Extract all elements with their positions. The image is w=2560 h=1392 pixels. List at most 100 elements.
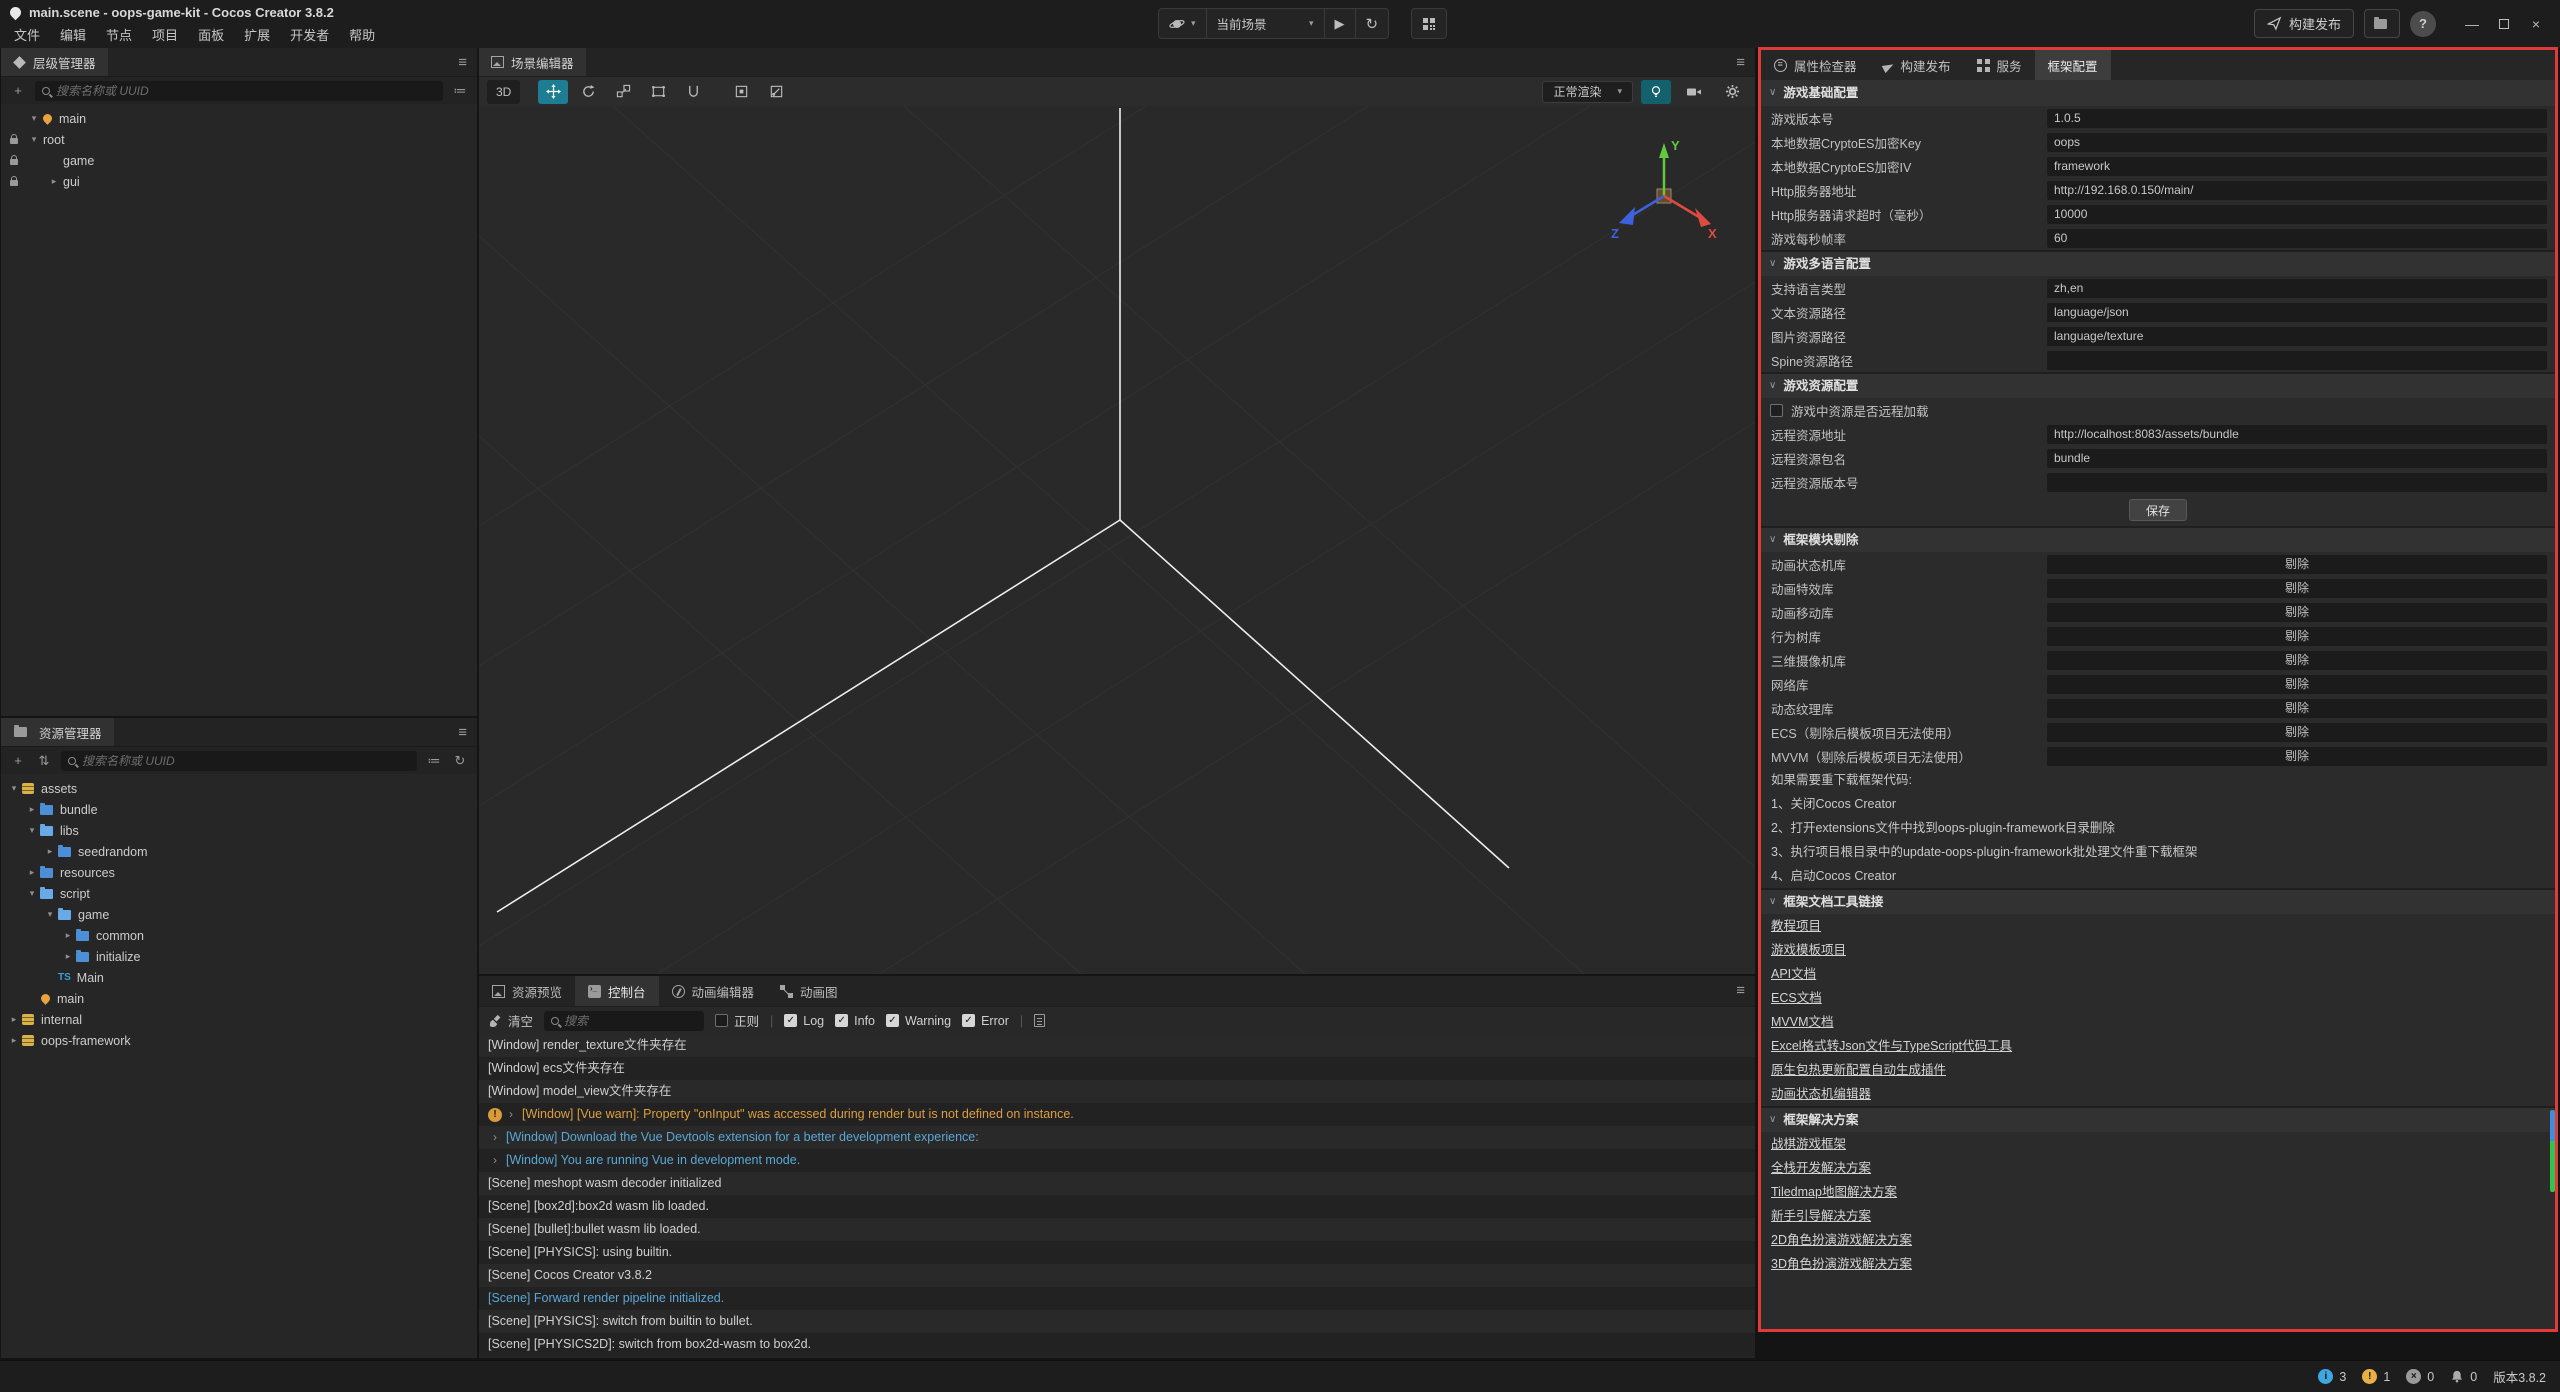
preview-platform-button[interactable]: ▾ [1159, 9, 1207, 38]
hierarchy-search-input[interactable] [56, 84, 436, 98]
status-error-counter[interactable]: × 0 [2406, 1369, 2434, 1384]
section-header-框架文档工具链接[interactable]: ∨框架文档工具链接 [1761, 888, 2555, 914]
hierarchy-node-main[interactable]: ▾main [1, 108, 477, 129]
console-log-row[interactable]: [Window] render_texture文件夹存在 [479, 1034, 1755, 1057]
chevron-down-icon[interactable]: ▾ [27, 113, 41, 124]
assets-filter-icon[interactable]: ≔ [425, 753, 443, 769]
section-header-框架解决方案[interactable]: ∨框架解决方案 [1761, 1106, 2555, 1132]
console-log-row[interactable]: [Scene] [box2d]:box2d wasm lib loaded. [479, 1195, 1755, 1218]
link-API文档[interactable]: API文档 [1771, 967, 1816, 981]
link-全栈开发解决方案[interactable]: 全栈开发解决方案 [1771, 1161, 1871, 1175]
assets-menu-icon[interactable]: ≡ [458, 718, 467, 746]
refresh-assets-icon[interactable]: ↻ [451, 753, 469, 769]
section-header-游戏基础配置[interactable]: ∨游戏基础配置 [1761, 80, 2555, 106]
minimize-button[interactable]: — [2456, 9, 2488, 38]
scene-editor-tab[interactable]: 场景编辑器 [479, 48, 586, 76]
remove-module-button[interactable]: 剔除 [2047, 603, 2547, 622]
field-input-游戏版本号[interactable] [2047, 109, 2547, 128]
chevron-right-icon[interactable]: ▸ [25, 867, 39, 878]
render-mode-select[interactable]: 正常渲染 ▾ [1542, 81, 1633, 103]
create-node-button[interactable]: + [9, 83, 27, 98]
link-动画状态机编辑器[interactable]: 动画状态机编辑器 [1771, 1087, 1871, 1101]
link-3D角色扮演游戏解决方案[interactable]: 3D角色扮演游戏解决方案 [1771, 1257, 1912, 1271]
console-log-row[interactable]: [Window] ecs文件夹存在 [479, 1057, 1755, 1080]
chevron-down-icon[interactable]: ▾ [27, 134, 41, 145]
inspector-tab-构建发布[interactable]: 构建发布 [1870, 50, 1964, 80]
regex-checkbox[interactable] [715, 1014, 728, 1027]
scale-tool-button[interactable] [608, 80, 638, 104]
console-log-row[interactable]: [Scene] Cocos Creator v3.8.2 [479, 1264, 1755, 1287]
gizmo-coordinate-button[interactable] [761, 80, 791, 104]
filter-Info[interactable]: ✓Info [835, 1014, 875, 1028]
hierarchy-tab[interactable]: 层级管理器 [1, 48, 108, 76]
chevron-right-icon[interactable]: ▸ [47, 176, 61, 187]
link-原生包热更新配置自动生成插件[interactable]: 原生包热更新配置自动生成插件 [1771, 1063, 1946, 1077]
chevron-right-icon[interactable]: ▸ [43, 846, 57, 857]
filter-Error[interactable]: ✓Error [962, 1014, 1009, 1028]
asset-node-libs[interactable]: ▾libs [1, 820, 477, 841]
section-header-游戏资源配置[interactable]: ∨游戏资源配置 [1761, 372, 2555, 398]
field-input-Spine资源路径[interactable] [2047, 351, 2547, 370]
menu-item-帮助[interactable]: 帮助 [339, 26, 385, 46]
console-log-row[interactable]: [Scene] [PHYSICS]: using builtin. [479, 1241, 1755, 1264]
console-log-row[interactable]: [Window] model_view文件夹存在 [479, 1080, 1755, 1103]
build-publish-button[interactable]: 构建发布 [2254, 9, 2354, 38]
link-Tiledmap地图解决方案[interactable]: Tiledmap地图解决方案 [1771, 1185, 1897, 1199]
chevron-right-icon[interactable]: ▸ [61, 951, 75, 962]
chevron-right-icon[interactable]: ▸ [7, 1014, 21, 1025]
axis-gizmo[interactable]: Y X Z [1611, 138, 1717, 241]
console-tab-控制台[interactable]: 控制台 [575, 976, 659, 1006]
hierarchy-node-root[interactable]: ▾root [1, 129, 477, 150]
camera-settings-button[interactable] [1679, 80, 1709, 104]
move-tool-button[interactable] [538, 80, 568, 104]
checkbox-Warning[interactable]: ✓ [886, 1014, 899, 1027]
chevron-right-icon[interactable]: ▸ [7, 1035, 21, 1046]
menu-item-项目[interactable]: 项目 [142, 26, 188, 46]
remove-module-button[interactable]: 剔除 [2047, 699, 2547, 718]
assets-search-input[interactable] [82, 754, 410, 768]
close-button[interactable]: × [2520, 9, 2552, 38]
link-ECS文档[interactable]: ECS文档 [1771, 991, 1822, 1005]
asset-node-oops-framework[interactable]: ▸oops-framework [1, 1030, 477, 1051]
hierarchy-node-gui[interactable]: ▸gui [1, 171, 477, 192]
assets-searchbox[interactable] [61, 751, 417, 771]
remove-module-button[interactable]: 剔除 [2047, 675, 2547, 694]
projection-2d3d-toggle[interactable]: 3D [487, 80, 520, 104]
chevron-down-icon[interactable]: ▾ [43, 909, 57, 920]
menu-item-开发者[interactable]: 开发者 [280, 26, 339, 46]
hierarchy-filter-icon[interactable]: ≔ [451, 83, 469, 99]
maximize-button[interactable] [2488, 9, 2520, 38]
menu-item-面板[interactable]: 面板 [188, 26, 234, 46]
field-input-图片资源路径[interactable] [2047, 327, 2547, 346]
link-新手引导解决方案[interactable]: 新手引导解决方案 [1771, 1209, 1871, 1223]
menu-item-编辑[interactable]: 编辑 [50, 26, 96, 46]
menu-item-扩展[interactable]: 扩展 [234, 26, 280, 46]
link-教程项目[interactable]: 教程项目 [1771, 919, 1821, 933]
scene-viewport[interactable]: Y X Z [479, 106, 1755, 974]
link-战棋游戏框架[interactable]: 战棋游戏框架 [1771, 1137, 1846, 1151]
chevron-down-icon[interactable]: ▾ [25, 825, 39, 836]
console-log-row[interactable]: [Scene] Forward render pipeline initiali… [479, 1287, 1755, 1310]
lighting-toggle-button[interactable] [1641, 80, 1671, 104]
link-游戏模板项目[interactable]: 游戏模板项目 [1771, 943, 1846, 957]
field-input-Http服务器请求超时（毫秒）[interactable] [2047, 205, 2547, 224]
field-input-本地数据CryptoES加密Key[interactable] [2047, 133, 2547, 152]
link-Excel格式转Json文件与TypeScript代码工具[interactable]: Excel格式转Json文件与TypeScript代码工具 [1771, 1039, 2012, 1053]
hierarchy-node-game[interactable]: game [1, 150, 477, 171]
chevron-right-icon[interactable]: ▸ [61, 930, 75, 941]
inspector-tab-属性检查器[interactable]: 属性检查器 [1761, 50, 1870, 80]
asset-node-assets[interactable]: ▾assets [1, 778, 477, 799]
field-input-游戏每秒帧率[interactable] [2047, 229, 2547, 248]
asset-node-bundle[interactable]: ▸bundle [1, 799, 477, 820]
console-log-row[interactable]: ›[Window] Download the Vue Devtools exte… [479, 1126, 1755, 1149]
field-input-远程资源包名[interactable] [2047, 449, 2547, 468]
asset-node-seedrandom[interactable]: ▸seedrandom [1, 841, 477, 862]
remove-module-button[interactable]: 剔除 [2047, 579, 2547, 598]
asset-node-resources[interactable]: ▸resources [1, 862, 477, 883]
rotate-tool-button[interactable] [573, 80, 603, 104]
anchor-tool-button[interactable] [678, 80, 708, 104]
field-input-远程资源地址[interactable] [2047, 425, 2547, 444]
gizmo-pivot-button[interactable] [726, 80, 756, 104]
console-log-row[interactable]: !›[Window] [Vue warn]: Property "onInput… [479, 1103, 1755, 1126]
console-tab-动画图[interactable]: 动画图 [767, 976, 851, 1006]
